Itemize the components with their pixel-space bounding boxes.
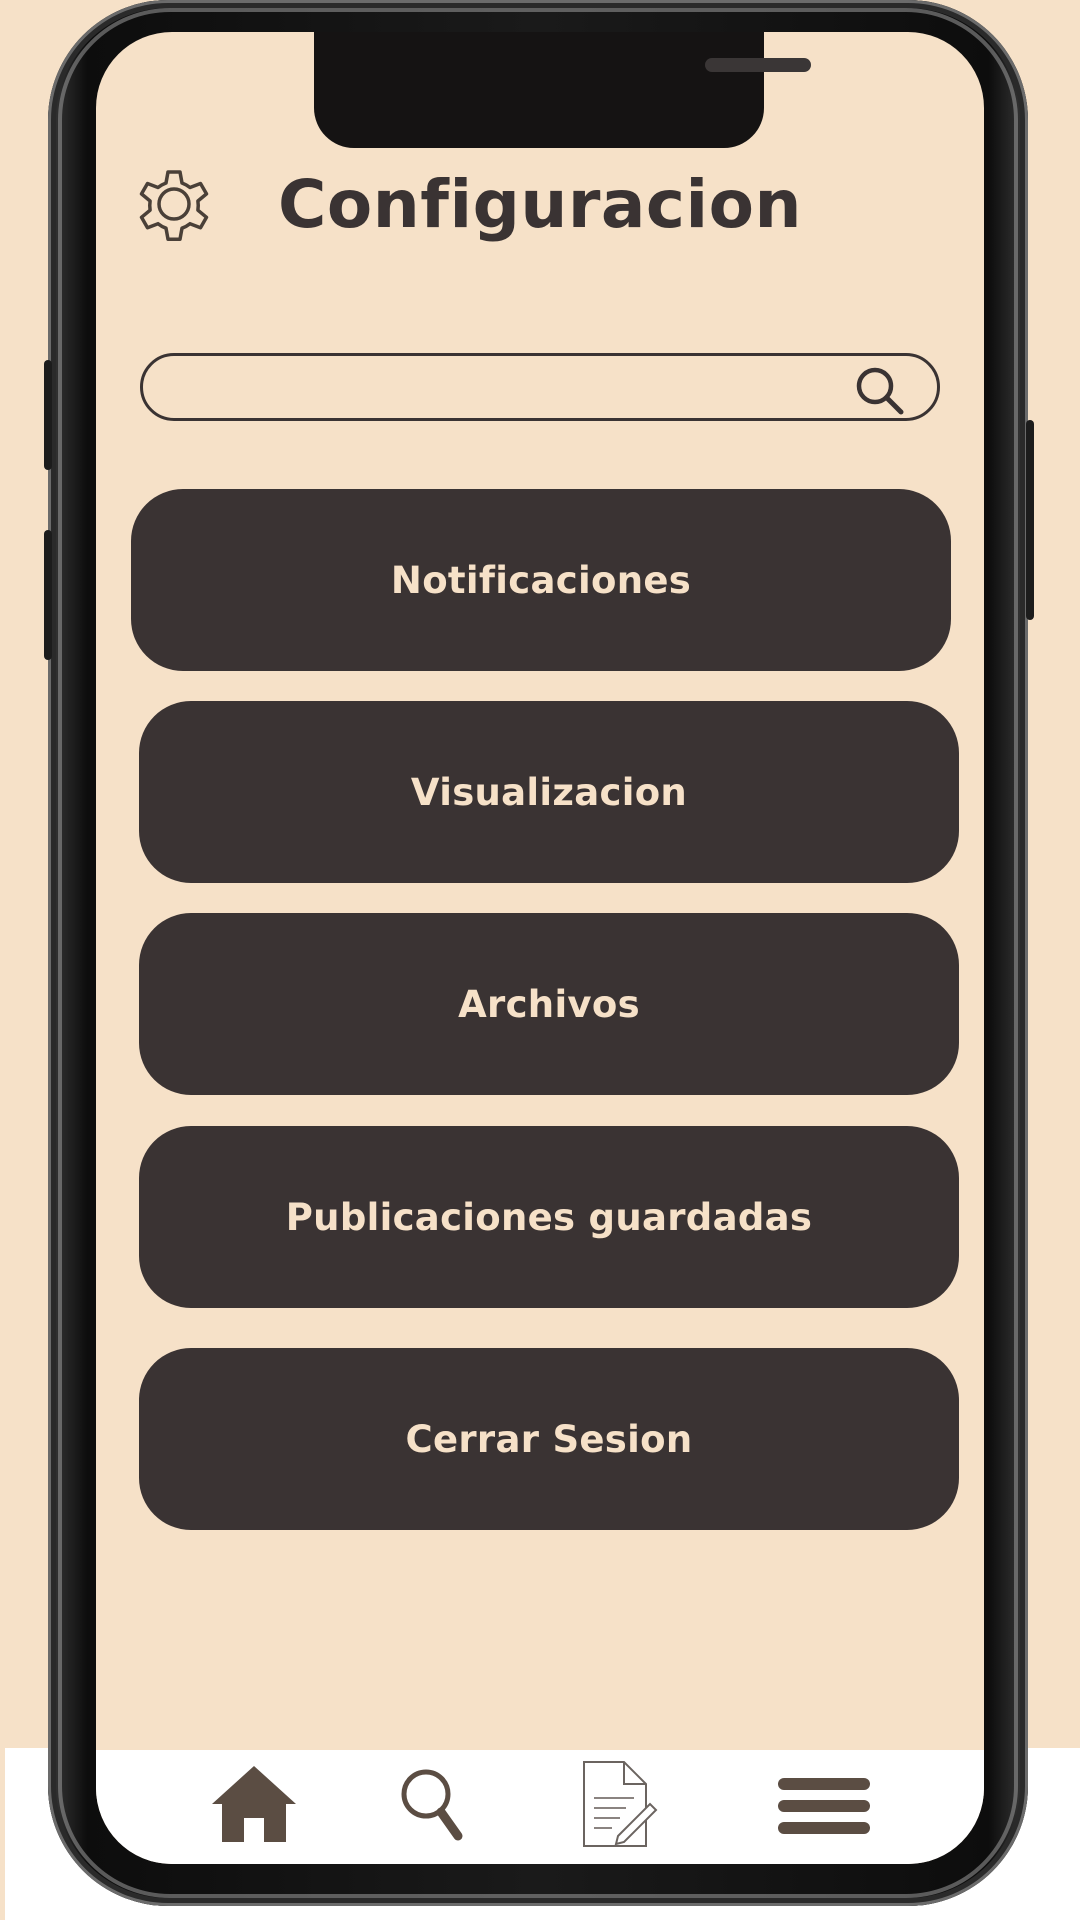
power-button: [1026, 420, 1034, 620]
cerrar-sesion-button[interactable]: Cerrar Sesion: [139, 1348, 959, 1530]
home-icon[interactable]: [206, 1756, 302, 1852]
search-bar[interactable]: [140, 353, 940, 421]
page-title: Configuracion: [278, 166, 802, 243]
notificaciones-button[interactable]: Notificaciones: [131, 489, 951, 671]
phone-screen: Configuracion Notificaciones Visualizaci…: [96, 32, 984, 1864]
bottom-tab-bar: [96, 1750, 984, 1864]
publicaciones-guardadas-button[interactable]: Publicaciones guardadas: [139, 1126, 959, 1308]
button-label: Visualizacion: [410, 770, 688, 814]
hamburger-menu-icon[interactable]: [776, 1756, 872, 1852]
document-edit-icon[interactable]: [566, 1756, 662, 1852]
button-label: Notificaciones: [390, 558, 692, 602]
button-label: Archivos: [458, 982, 640, 1026]
notch: [314, 32, 811, 148]
search-icon[interactable]: [853, 364, 907, 418]
volume-up-button: [44, 360, 52, 470]
speaker-grille: [705, 58, 811, 72]
search-tab-icon[interactable]: [386, 1756, 482, 1852]
button-label: Cerrar Sesion: [405, 1417, 693, 1461]
visualizacion-button[interactable]: Visualizacion: [139, 701, 959, 883]
button-label: Publicaciones guardadas: [285, 1195, 813, 1239]
stage: Configuracion Notificaciones Visualizaci…: [0, 0, 1080, 1920]
search-input[interactable]: [173, 362, 837, 414]
volume-down-button: [44, 530, 52, 660]
archivos-button[interactable]: Archivos: [139, 913, 959, 1095]
gear-icon[interactable]: [126, 152, 222, 248]
